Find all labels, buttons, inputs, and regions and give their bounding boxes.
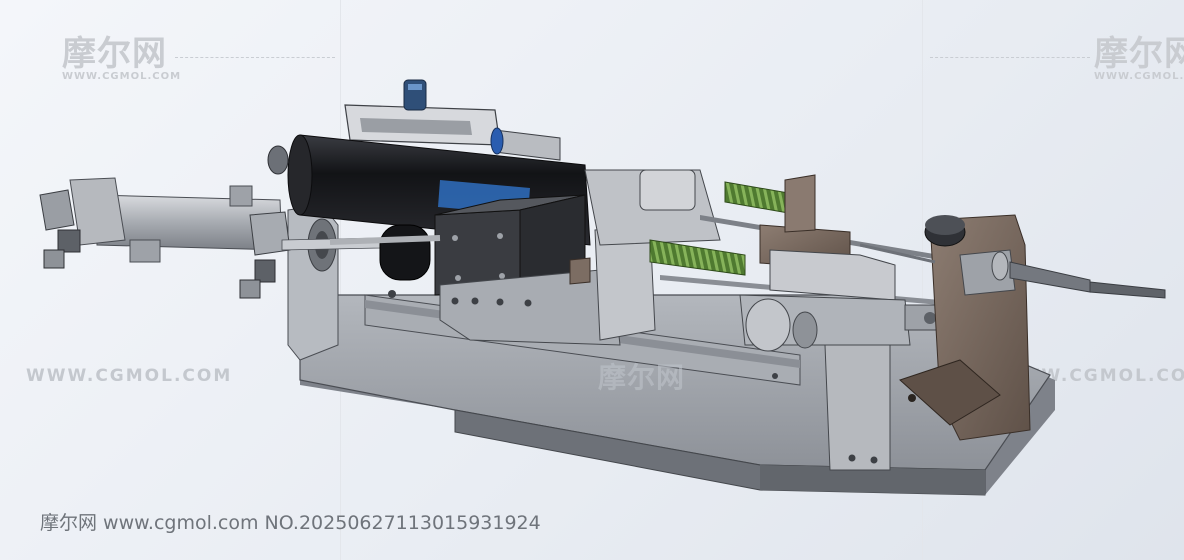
watermark-center-cn: 摩尔网 — [598, 360, 685, 396]
image-id-caption: 摩尔网 www.cgmol.com NO.2025062711301593192… — [40, 512, 541, 534]
cad-render-canvas: 摩尔网 WWW.CGMOL.COM 摩尔网 WWW.CGMOL.COM WWW.… — [0, 0, 1184, 560]
left-upright-bracket — [287, 204, 339, 361]
mechanical-assembly-illustration — [39, 79, 1166, 496]
watermark-center-text: 摩尔网 — [598, 361, 686, 394]
